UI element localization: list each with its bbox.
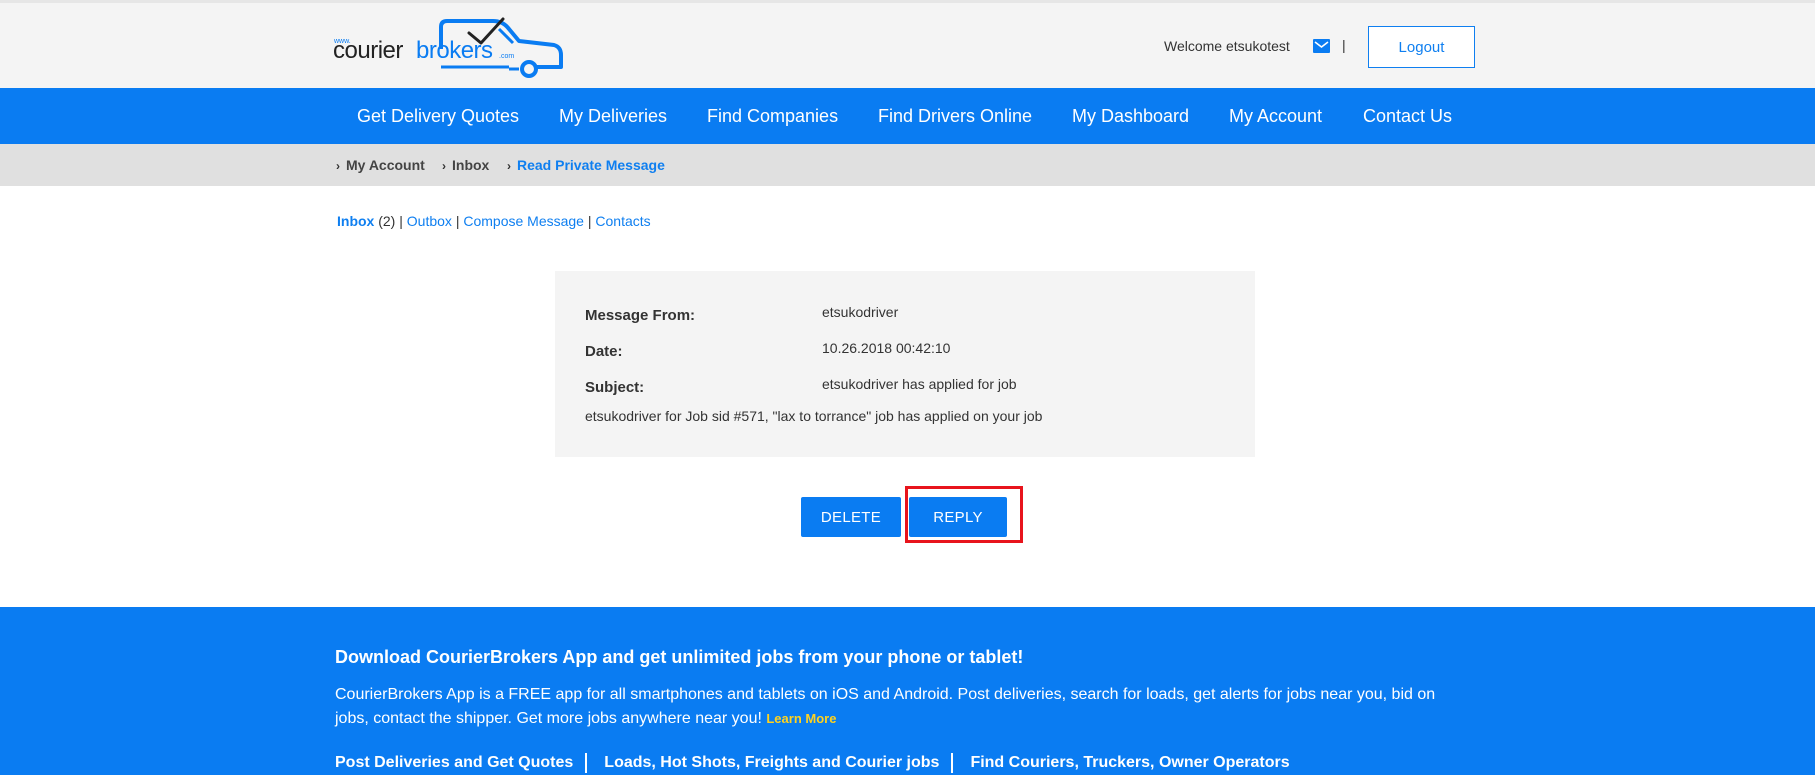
nav-my-dashboard[interactable]: My Dashboard — [1072, 88, 1189, 144]
footer-links: Post Deliveries and Get Quotes Loads, Ho… — [335, 753, 1302, 773]
site-header: www. courier brokers .com Welcome etsuko… — [0, 0, 1815, 88]
message-from-value: etsukodriver — [822, 304, 899, 320]
inbox-link[interactable]: Inbox — [337, 213, 374, 229]
breadcrumb: › My Account › Inbox › Read Private Message — [0, 144, 1815, 186]
footer-link-loads[interactable]: Loads, Hot Shots, Freights and Courier j… — [585, 753, 951, 773]
compose-message-link[interactable]: Compose Message — [463, 213, 584, 229]
nav-my-deliveries[interactable]: My Deliveries — [559, 88, 667, 144]
link-separator: | — [455, 213, 460, 229]
app-promo-footer: Download CourierBrokers App and get unli… — [0, 607, 1815, 775]
logo-brokers: brokers — [416, 37, 493, 64]
outbox-link[interactable]: Outbox — [407, 213, 452, 229]
nav-get-delivery-quotes[interactable]: Get Delivery Quotes — [357, 88, 519, 144]
message-from-label: Message From: — [585, 307, 696, 324]
delete-button[interactable]: DELETE — [801, 497, 901, 537]
message-nav-links: Inbox (2) | Outbox | Compose Message | C… — [337, 213, 651, 229]
chevron-right-icon: › — [336, 159, 340, 173]
footer-link-find-couriers[interactable]: Find Couriers, Truckers, Owner Operators — [951, 753, 1301, 773]
nav-find-companies[interactable]: Find Companies — [707, 88, 838, 144]
breadcrumb-item-my-account[interactable]: › My Account — [336, 144, 425, 186]
chevron-right-icon: › — [442, 159, 446, 173]
courierbrokers-logo[interactable]: www. courier brokers .com — [333, 17, 563, 79]
link-separator: | — [399, 213, 403, 229]
footer-title: Download CourierBrokers App and get unli… — [335, 647, 1024, 667]
logo-com: .com — [499, 53, 514, 60]
logout-button[interactable]: Logout — [1368, 26, 1475, 68]
chevron-right-icon: › — [507, 159, 511, 173]
footer-link-post-deliveries[interactable]: Post Deliveries and Get Quotes — [335, 753, 585, 773]
inbox-count: (2) — [378, 213, 396, 229]
message-subject-label: Subject: — [585, 379, 645, 396]
nav-contact-us[interactable]: Contact Us — [1363, 88, 1452, 144]
footer-description: CourierBrokers App is a FREE app for all… — [335, 686, 1436, 727]
contacts-link[interactable]: Contacts — [595, 213, 650, 229]
nav-my-account[interactable]: My Account — [1229, 88, 1322, 144]
message-subject-value: etsukodriver has applied for job — [822, 376, 1017, 392]
learn-more-link[interactable]: Learn More — [766, 711, 836, 726]
logo-courier: courier — [333, 37, 403, 64]
header-separator: | — [1342, 37, 1346, 53]
message-date-label: Date: — [585, 343, 623, 360]
mail-icon[interactable] — [1313, 39, 1330, 53]
reply-highlight-box — [905, 486, 1023, 543]
nav-find-drivers-online[interactable]: Find Drivers Online — [878, 88, 1032, 144]
breadcrumb-item-read-private-message: › Read Private Message — [507, 157, 665, 173]
message-body: etsukodriver for Job sid #571, "lax to t… — [585, 408, 1043, 424]
main-nav: Get Delivery Quotes My Deliveries Find C… — [0, 88, 1815, 144]
truck-logo-icon: www. courier brokers .com — [333, 17, 563, 78]
welcome-text: Welcome etsukotest — [1164, 38, 1290, 54]
message-date-value: 10.26.2018 00:42:10 — [822, 340, 951, 356]
breadcrumb-item-inbox[interactable]: › Inbox — [442, 144, 489, 186]
message-panel: Message From: etsukodriver Date: 10.26.2… — [555, 271, 1255, 457]
link-separator: | — [587, 213, 592, 229]
